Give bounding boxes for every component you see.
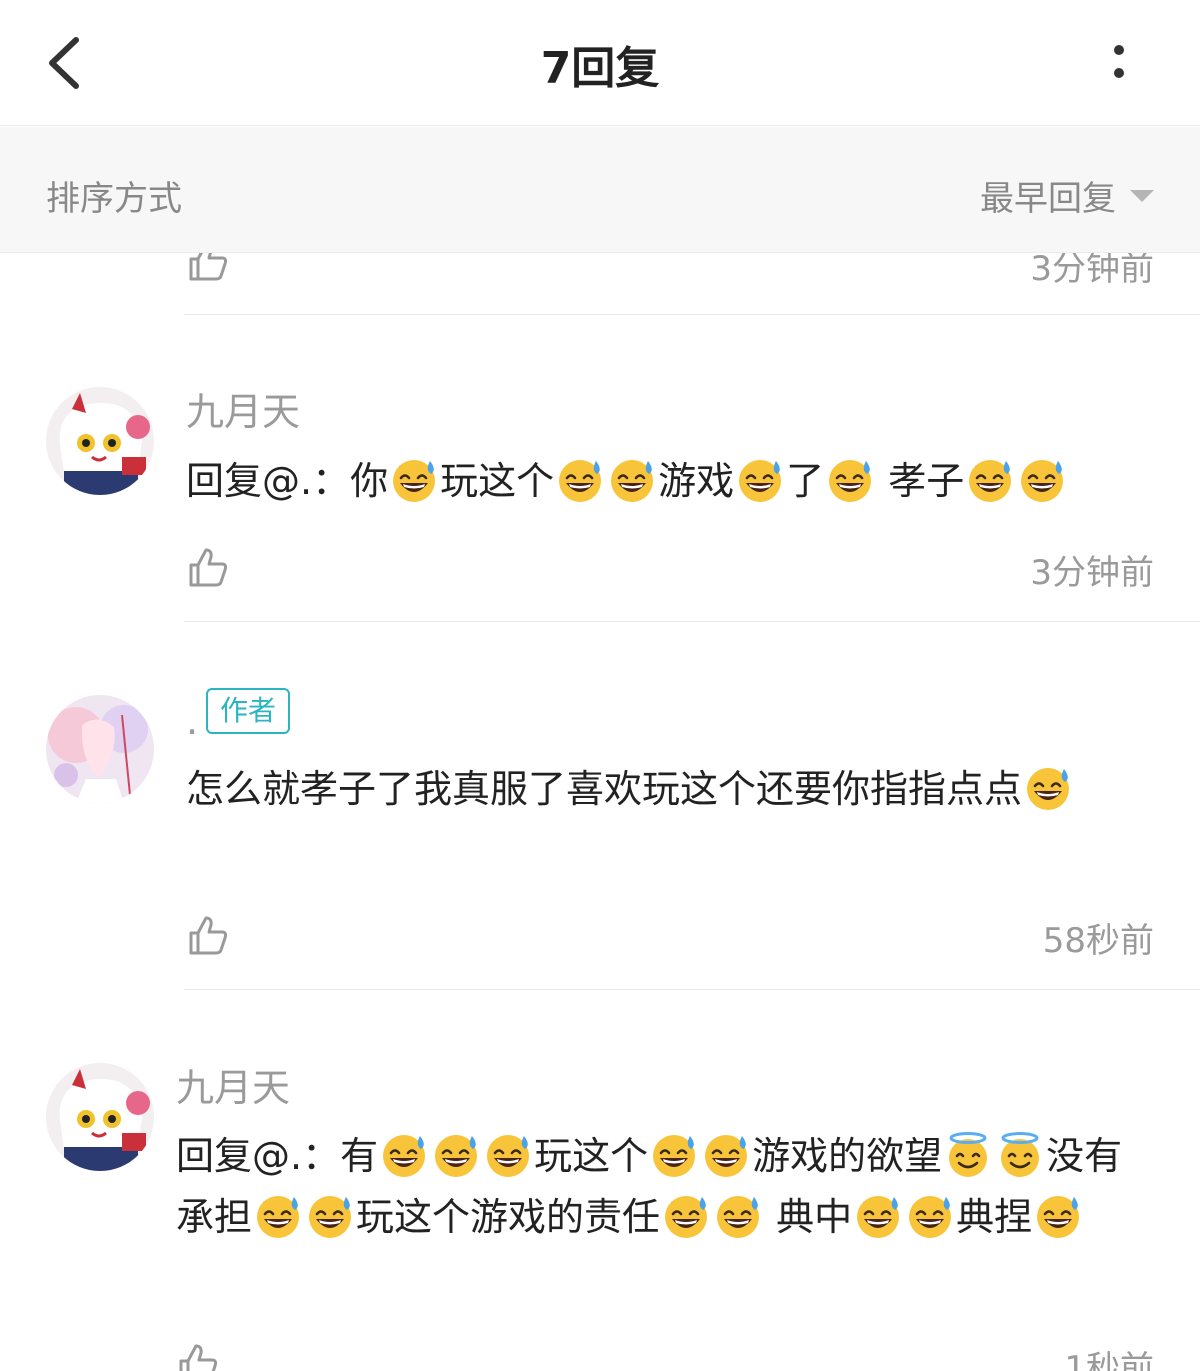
grinning-sweat-emoji-icon xyxy=(255,1193,301,1239)
thumbs-up-icon[interactable] xyxy=(186,545,230,589)
comment-text: 回复@.：有 玩这个 游戏的欲望 没有承担 玩这个游戏的责任 典中 典捏 xyxy=(176,1126,1156,1248)
caret-down-icon xyxy=(1130,189,1154,202)
text-segment: 玩这个游戏的责任 xyxy=(356,1195,661,1239)
divider xyxy=(184,989,1200,990)
text-segment: 怎么就孝子了我真服了喜欢玩这个还要你指指点点 xyxy=(186,767,1023,811)
comment-time: 58秒前 xyxy=(1042,921,1154,961)
text-segment: 游戏 xyxy=(658,459,735,503)
comment-text: 怎么就孝子了我真服了喜欢玩这个还要你指指点点 xyxy=(186,759,1126,820)
comment-time: 3分钟前 xyxy=(1030,253,1154,289)
text-segment: 有 xyxy=(340,1134,379,1178)
sort-bar: 排序方式 最早回复 xyxy=(0,127,1200,253)
text-segment: 玩这个 xyxy=(534,1134,649,1178)
text-segment: 玩这个 xyxy=(440,459,555,503)
thumbs-up-icon[interactable] xyxy=(186,913,230,957)
sort-value: 最早回复 xyxy=(980,179,1116,219)
reply-prefix: 回复@.： xyxy=(186,459,351,503)
page-title: 7回复 xyxy=(540,43,660,94)
grinning-sweat-emoji-icon xyxy=(1019,457,1065,503)
avatar[interactable] xyxy=(46,387,154,495)
text-segment: 你 xyxy=(350,459,389,503)
thumbs-up-icon[interactable] xyxy=(176,1341,220,1371)
avatar[interactable] xyxy=(46,695,154,803)
grinning-sweat-emoji-icon xyxy=(663,1193,709,1239)
vertical-dots-icon xyxy=(1114,45,1124,78)
sort-dropdown[interactable]: 最早回复 xyxy=(980,171,1154,220)
halo-smile-emoji-icon xyxy=(997,1132,1043,1178)
grinning-sweat-emoji-icon xyxy=(307,1193,353,1239)
grinning-sweat-emoji-icon xyxy=(609,457,655,503)
comment-text: 回复@.：你 玩这个 游戏 了 孝子 xyxy=(186,451,1166,512)
grinning-sweat-emoji-icon xyxy=(485,1132,531,1178)
grinning-sweat-emoji-icon xyxy=(855,1193,901,1239)
comment-time: 1秒前 xyxy=(1064,1349,1154,1371)
grinning-sweat-emoji-icon xyxy=(381,1132,427,1178)
halo-smile-emoji-icon xyxy=(945,1132,991,1178)
grinning-sweat-emoji-icon xyxy=(557,457,603,503)
reply-list: 3分钟前 九月天 回复@.：你 玩这个 游戏了 孝子 3分钟前 . 作者 怎么就… xyxy=(0,253,1200,1371)
text-segment: 典捏 xyxy=(956,1195,1033,1239)
username[interactable]: . xyxy=(186,699,198,743)
text-segment: 孝子 xyxy=(876,459,965,503)
text-segment: 典中 xyxy=(764,1195,853,1239)
text-segment: 游戏的欲望 xyxy=(752,1134,943,1178)
grinning-sweat-emoji-icon xyxy=(715,1193,761,1239)
comment-time: 3分钟前 xyxy=(1030,553,1154,593)
more-options-button[interactable] xyxy=(1096,36,1142,92)
grinning-sweat-emoji-icon xyxy=(907,1193,953,1239)
author-badge: 作者 xyxy=(206,688,291,734)
grinning-sweat-emoji-icon xyxy=(703,1132,749,1178)
reply-prefix: 回复@.： xyxy=(176,1134,341,1178)
grinning-sweat-emoji-icon xyxy=(827,457,873,503)
grinning-sweat-emoji-icon xyxy=(1035,1193,1081,1239)
thumbs-up-icon[interactable] xyxy=(186,253,230,283)
top-bar: 7回复 xyxy=(0,0,1200,126)
grinning-sweat-emoji-icon xyxy=(651,1132,697,1178)
grinning-sweat-emoji-icon xyxy=(967,457,1013,503)
grinning-sweat-emoji-icon xyxy=(433,1132,479,1178)
grinning-sweat-emoji-icon xyxy=(1025,765,1071,811)
username[interactable]: 九月天 xyxy=(176,1057,290,1112)
text-segment: 了 xyxy=(786,459,825,503)
grinning-sweat-emoji-icon xyxy=(737,457,783,503)
grinning-sweat-emoji-icon xyxy=(391,457,437,503)
username[interactable]: 九月天 xyxy=(186,381,300,436)
avatar[interactable] xyxy=(46,1063,154,1171)
divider xyxy=(184,621,1200,622)
sort-label: 排序方式 xyxy=(46,179,182,219)
divider xyxy=(184,314,1200,315)
